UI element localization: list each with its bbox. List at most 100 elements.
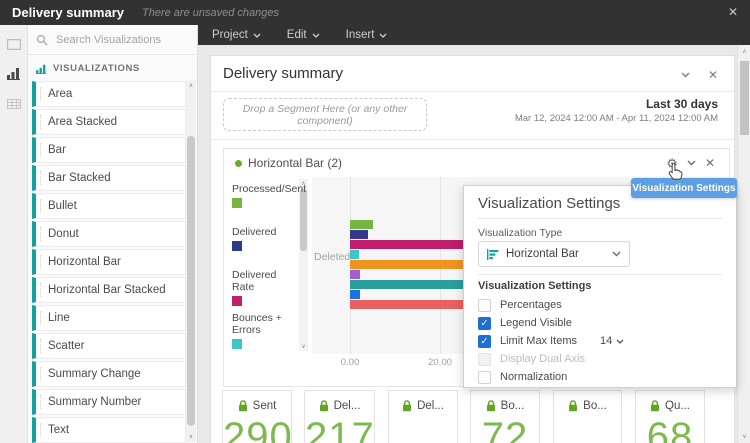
scrollbar-thumb[interactable] — [187, 136, 195, 426]
card-label: Sent — [252, 400, 277, 412]
summary-card-2[interactable]: Del... 217 — [304, 390, 375, 443]
visualizations-icon[interactable] — [7, 67, 21, 80]
menu-project[interactable]: Project — [212, 29, 261, 41]
summary-card-3[interactable]: Del... — [388, 390, 458, 443]
y-axis-category-label: Deleted — [314, 251, 351, 263]
setting-percentages[interactable]: Percentages — [478, 296, 726, 314]
summary-card-5[interactable]: Bo... — [553, 390, 622, 443]
collapse-viz-icon[interactable] — [687, 160, 696, 166]
legend-item[interactable]: Bounces + Errors — [232, 312, 296, 349]
legend-item[interactable]: Delivered Rate — [232, 269, 296, 306]
scroll-up-icon[interactable]: ∧ — [186, 82, 196, 89]
segment-drop-zone[interactable]: Drop a Segment Here (or any other compon… — [223, 98, 427, 131]
summary-card-4[interactable]: Bo... 72 — [470, 390, 540, 443]
close-panel-icon[interactable]: ✕ — [708, 68, 718, 82]
search-input[interactable] — [54, 32, 184, 47]
collapse-panel-icon[interactable] — [681, 72, 690, 78]
scroll-down-icon[interactable]: ∨ — [299, 343, 308, 350]
menu-label: Project — [212, 29, 248, 41]
setting-normalization[interactable]: Normalization — [478, 368, 726, 386]
gear-tooltip: Visualization Settings — [631, 178, 737, 198]
viz-item-scatter[interactable]: Scatter — [32, 333, 186, 359]
card-header: Qu... — [636, 400, 704, 412]
viz-title: Horizontal Bar (2) — [248, 156, 343, 170]
visualization-list: Area Area Stacked Bar Bar Stacked Bullet Donu… — [32, 81, 186, 443]
menu-label: Edit — [286, 29, 307, 41]
date-range[interactable]: Last 30 days Mar 12, 2024 12:00 AM - Apr… — [515, 97, 718, 124]
visualization-type-dropdown[interactable]: Horizontal Bar — [478, 241, 630, 267]
setting-label: Legend Visible — [500, 317, 572, 329]
legend-item[interactable]: Delivered — [232, 226, 296, 251]
panel-title: Delivery summary — [223, 65, 344, 82]
card-header: Bo... — [554, 400, 621, 412]
unsaved-changes-status: There are unsaved changes — [142, 6, 279, 19]
lock-icon — [319, 400, 329, 412]
bar-series-6[interactable] — [350, 270, 360, 279]
viz-item-summary-change[interactable]: Summary Change — [32, 361, 186, 387]
sidebar-scrollbar[interactable]: ∧ ∨ — [186, 80, 196, 442]
card-header: Del... — [305, 400, 374, 412]
close-viz-icon[interactable]: ✕ — [705, 156, 715, 170]
project-title: Delivery summary — [12, 5, 125, 20]
close-icon[interactable]: ✕ — [728, 5, 738, 19]
viz-item-line[interactable]: Line — [32, 305, 186, 331]
scrollbar-thumb[interactable] — [300, 189, 307, 251]
viz-item-horizontal-bar[interactable]: Horizontal Bar — [32, 249, 186, 275]
setting-limit-max-items[interactable]: ✓ Limit Max Items 14 — [478, 332, 726, 350]
visualization-type-label: Visualization Type — [478, 227, 563, 239]
summary-card-1[interactable]: Sent 290 — [222, 390, 292, 443]
viz-item-bullet[interactable]: Bullet — [32, 193, 186, 219]
viz-item-bar-stacked[interactable]: Bar Stacked — [32, 165, 186, 191]
scroll-up-icon[interactable]: ∧ — [738, 48, 750, 55]
legend-swatch — [232, 296, 242, 306]
search-box — [28, 25, 198, 55]
divider — [211, 139, 734, 140]
summary-card-6[interactable]: Qu... 68 — [635, 390, 705, 443]
visualization-settings-popover: Visualization Settings Visualization Typ… — [463, 185, 737, 388]
legend-scrollbar[interactable]: ∧ ∨ — [299, 179, 308, 351]
checkbox[interactable] — [478, 370, 491, 384]
main-scrollbar[interactable]: ∧ ∨ — [737, 45, 750, 443]
checkbox[interactable] — [478, 352, 491, 366]
scroll-down-icon[interactable]: ∨ — [186, 433, 196, 440]
lock-icon — [568, 400, 578, 412]
bar-bounces-errors[interactable] — [350, 250, 359, 259]
legend-label: Delivered — [232, 226, 277, 238]
legend-label: Delivered Rate — [232, 269, 277, 293]
max-items-dropdown[interactable]: 14 — [600, 335, 624, 347]
scroll-down-icon[interactable]: ∨ — [738, 433, 750, 440]
bar-series-8[interactable] — [350, 290, 360, 299]
setting-display-dual-axis[interactable]: Display Dual Axis — [478, 350, 726, 368]
checkbox[interactable]: ✓ — [478, 334, 491, 348]
bar-processed-sent[interactable] — [350, 220, 373, 229]
viz-item-area-stacked[interactable]: Area Stacked — [32, 109, 186, 135]
viz-item-text[interactable]: Text — [32, 417, 186, 443]
checkbox[interactable]: ✓ — [478, 316, 491, 330]
viz-item-horizontal-bar-stacked[interactable]: Horizontal Bar Stacked — [32, 277, 186, 303]
checkbox[interactable] — [478, 298, 491, 312]
lock-icon — [650, 400, 660, 412]
lock-icon — [402, 400, 412, 412]
setting-label: Display Dual Axis — [500, 353, 585, 365]
menu-insert[interactable]: Insert — [346, 29, 388, 41]
panels-icon[interactable] — [7, 39, 21, 50]
card-header: Del... — [389, 400, 457, 412]
legend-swatch — [232, 198, 242, 208]
divider — [211, 91, 734, 92]
menu-edit[interactable]: Edit — [287, 29, 320, 41]
scrollbar-thumb[interactable] — [740, 61, 749, 135]
popover-title: Visualization Settings — [478, 195, 621, 212]
viz-item-summary-number[interactable]: Summary Number — [32, 389, 186, 415]
viz-item-donut[interactable]: Donut — [32, 221, 186, 247]
bar-delivered[interactable] — [350, 230, 368, 239]
settings-options: Percentages ✓ Legend Visible ✓ Limit Max Ite… — [478, 296, 726, 386]
viz-item-area[interactable]: Area — [32, 81, 186, 107]
setting-legend-visible[interactable]: ✓ Legend Visible — [478, 314, 726, 332]
viz-item-bar[interactable]: Bar — [32, 137, 186, 163]
x-tick-label: 20.00 — [428, 357, 452, 368]
setting-label: Normalization — [500, 371, 568, 383]
chevron-down-icon — [312, 33, 320, 38]
legend-item[interactable]: Processed/Sent — [232, 183, 306, 208]
menubar: Project Edit Insert — [198, 25, 750, 45]
components-table-icon[interactable] — [7, 99, 21, 109]
